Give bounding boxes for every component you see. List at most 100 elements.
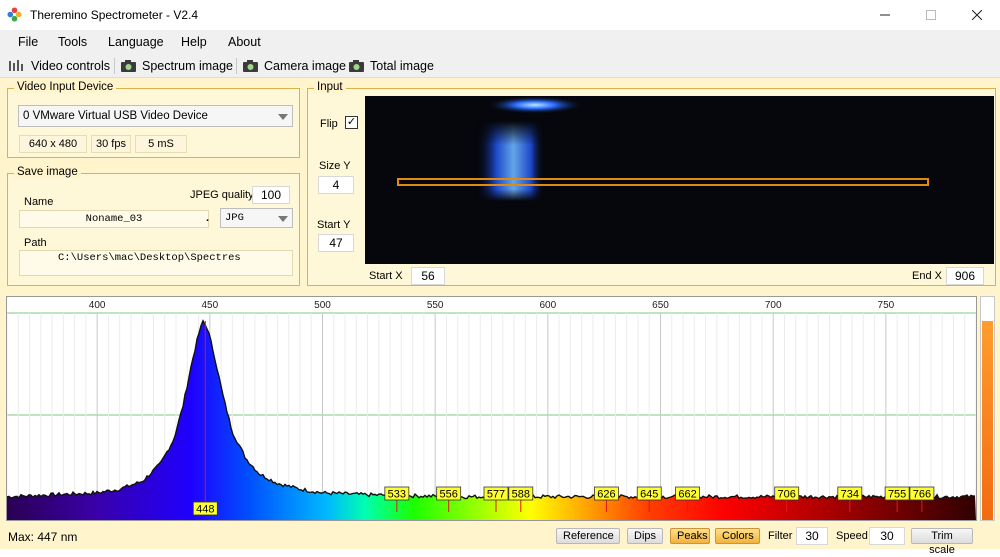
peak-label: 662	[678, 489, 696, 501]
flip-label: Flip	[320, 118, 338, 130]
save-image-group: Save image Name JPEG quality 100 Noname_…	[7, 166, 300, 286]
peak-label: 448	[196, 504, 214, 516]
spectrum-image-button[interactable]: Spectrum image	[120, 57, 233, 75]
camera-icon	[243, 60, 258, 72]
peak-label: 588	[512, 489, 530, 501]
camera-icon	[121, 60, 136, 72]
end-x-input[interactable]: 906	[946, 267, 984, 285]
filter-input[interactable]: 30	[796, 527, 828, 545]
minimize-button[interactable]	[862, 0, 908, 30]
video-controls-icon	[9, 60, 23, 71]
start-x-input[interactable]: 56	[411, 267, 445, 285]
start-y-input[interactable]: 47	[318, 234, 354, 252]
toolbar-separator	[114, 58, 115, 74]
video-controls-button[interactable]: Video controls	[8, 57, 110, 75]
peak-label: 734	[841, 489, 859, 501]
path-label: Path	[24, 237, 47, 249]
maximize-icon	[926, 10, 936, 20]
x-tick-label: 450	[201, 300, 218, 311]
flip-checkbox[interactable]: ✓	[345, 116, 358, 129]
maximize-button[interactable]	[908, 0, 954, 30]
peak-label: 645	[640, 489, 658, 501]
title-bar: Theremino Spectrometer - V2.4	[0, 0, 1000, 30]
fps-display: 30 fps	[91, 135, 131, 153]
x-tick-label: 600	[539, 300, 556, 311]
spectrum-glow-top	[485, 96, 585, 114]
chevron-down-icon	[278, 114, 288, 120]
start-y-label: Start Y	[317, 219, 351, 231]
level-bar[interactable]	[980, 296, 995, 521]
video-input-group: Video Input Device 0 VMware Virtual USB …	[7, 81, 300, 158]
camera-image-button[interactable]: Camera image	[242, 57, 346, 75]
camera-preview[interactable]	[365, 96, 994, 264]
minimize-icon	[880, 14, 890, 16]
menu-about[interactable]: About	[228, 35, 261, 49]
x-tick-label: 500	[314, 300, 331, 311]
peak-label: 755	[888, 489, 906, 501]
peak-label: 556	[440, 489, 458, 501]
jpeg-quality-input[interactable]: 100	[252, 186, 290, 204]
extension-dot: .	[206, 212, 210, 224]
total-image-button[interactable]: Total image	[348, 57, 434, 75]
input-group: Input Flip ✓ Size Y 4 Start Y 47 Start X…	[307, 81, 996, 286]
size-y-input[interactable]: 4	[318, 176, 354, 194]
chevron-down-icon	[278, 216, 288, 222]
file-name-input[interactable]: Noname_03	[19, 210, 209, 228]
menu-bar: File Tools Language Help About	[0, 30, 1000, 54]
x-tick-label: 700	[765, 300, 782, 311]
window-title: Theremino Spectrometer - V2.4	[30, 8, 199, 22]
app-logo-icon	[7, 7, 22, 22]
dips-button[interactable]: Dips	[627, 528, 663, 544]
peak-label: 766	[913, 489, 931, 501]
camera-image-label: Camera image	[264, 59, 346, 73]
x-tick-label: 650	[652, 300, 669, 311]
reference-button[interactable]: Reference	[556, 528, 620, 544]
path-input[interactable]: C:\Users\mac\Desktop\Spectres	[19, 250, 293, 276]
format-value: JPG	[225, 212, 244, 224]
peak-label: 706	[778, 489, 796, 501]
end-x-label: End X	[912, 270, 942, 282]
size-y-label: Size Y	[319, 160, 351, 172]
video-device-select[interactable]: 0 VMware Virtual USB Video Device	[18, 105, 293, 127]
name-label: Name	[24, 196, 54, 208]
peak-label: 533	[388, 489, 406, 501]
close-icon	[972, 10, 982, 20]
filter-label: Filter	[768, 530, 793, 542]
spectrum-graph[interactable]: 400 450 500 550 600 650 700 750 448 533 556 577 588…	[6, 296, 977, 521]
format-select[interactable]: JPG	[220, 208, 293, 228]
toolbar-separator	[236, 58, 237, 74]
menu-file[interactable]: File	[18, 35, 38, 49]
menu-help[interactable]: Help	[181, 35, 207, 49]
toolbar: Video controls Spectrum image Camera ima…	[0, 54, 1000, 78]
menu-tools[interactable]: Tools	[58, 35, 87, 49]
peaks-button[interactable]: Peaks	[670, 528, 710, 544]
exposure-display: 5 mS	[135, 135, 187, 153]
trim-scale-button[interactable]: Trim scale	[911, 528, 973, 556]
video-controls-label: Video controls	[31, 59, 110, 73]
peak-markers: 448 533 556 577 588 626 645 662 706 734 755 766	[192, 321, 935, 516]
video-input-title: Video Input Device	[14, 81, 117, 93]
status-bar: Max: 447 nm Reference Dips Peaks Colors …	[0, 524, 1000, 556]
speed-input[interactable]: 30	[869, 527, 905, 545]
spectrum-plot: 400 450 500 550 600 650 700 750 448 533 556 577 588…	[6, 300, 977, 520]
peak-label: 626	[597, 489, 615, 501]
colors-button[interactable]: Colors	[715, 528, 760, 544]
jpeg-quality-label: JPEG quality	[190, 189, 254, 201]
level-fill	[982, 321, 993, 520]
x-tick-label: 750	[878, 300, 895, 311]
menu-language[interactable]: Language	[108, 35, 164, 49]
save-image-title: Save image	[14, 166, 81, 178]
input-title: Input	[314, 81, 346, 93]
video-device-value: 0 VMware Virtual USB Video Device	[23, 110, 208, 122]
total-image-label: Total image	[370, 59, 434, 73]
start-x-label: Start X	[369, 270, 403, 282]
close-button[interactable]	[954, 0, 1000, 30]
spectrum-glow-band	[475, 121, 545, 201]
max-wavelength-text: Max: 447 nm	[8, 530, 78, 544]
peak-label: 577	[487, 489, 505, 501]
x-tick-label: 400	[89, 300, 106, 311]
x-axis-ticks: 400 450 500 550 600 650 700 750	[89, 300, 895, 311]
speed-label: Speed	[836, 530, 868, 542]
x-tick-label: 550	[427, 300, 444, 311]
camera-icon	[349, 60, 364, 72]
